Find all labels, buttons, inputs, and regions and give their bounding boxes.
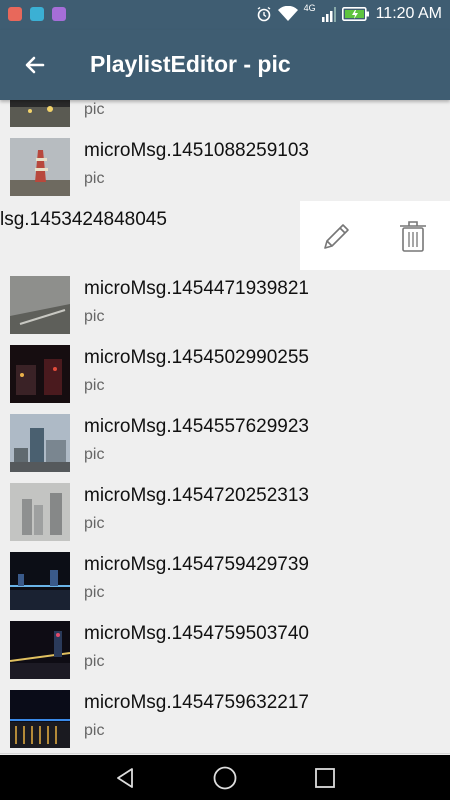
circle-home-icon — [213, 766, 237, 790]
item-title: microMsg.1454759503740 — [84, 623, 309, 644]
arrow-back-icon — [25, 56, 45, 74]
item-subtitle: pic — [84, 101, 105, 118]
list-item-swiped[interactable]: lsg.1453424848045 — [0, 201, 450, 271]
signal-icon — [321, 7, 336, 22]
item-title: microMsg.1454557629923 — [84, 416, 309, 437]
pencil-icon — [324, 224, 349, 249]
status-time: 11:20 AM — [375, 5, 442, 22]
list-item[interactable]: microMsg.1454471939821 pic — [0, 270, 450, 340]
item-subtitle: pic — [84, 308, 105, 325]
edit-button[interactable] — [316, 215, 358, 257]
list-item[interactable]: microMsg.1454759429739 pic — [0, 546, 450, 616]
item-title: lsg.1453424848045 — [0, 209, 167, 230]
item-subtitle: pic — [84, 584, 105, 601]
square-recents-icon — [315, 768, 335, 788]
list-item[interactable]: microMsg.1454759632217 pic — [0, 684, 450, 754]
list-item[interactable]: microMsg.1454502990255 pic — [0, 339, 450, 409]
page-title: PlaylistEditor - pic — [90, 51, 291, 77]
app-bar: PlaylistEditor - pic — [0, 30, 450, 100]
item-subtitle: pic — [84, 377, 105, 394]
battery-charging-icon — [341, 6, 369, 21]
thumbnail-image — [10, 138, 70, 196]
list-item[interactable]: microMsg.1454557629923 pic — [0, 408, 450, 478]
notification-app-icon — [8, 7, 22, 21]
list-item[interactable]: microMsg.1454759503740 pic — [0, 615, 450, 685]
playlist-list: pic microMsg.1451088259103 pic lsg.14534… — [0, 100, 450, 755]
nav-back-button[interactable] — [110, 763, 140, 793]
list-item[interactable]: pic — [0, 100, 450, 133]
item-subtitle: pic — [84, 653, 105, 670]
thumbnail-image — [10, 690, 70, 748]
notification-app-icon — [52, 7, 66, 21]
network-type-label: 4G — [303, 3, 316, 13]
item-subtitle: pic — [84, 515, 105, 532]
status-bar: 4G 11:20 AM — [0, 0, 450, 30]
alarm-icon — [257, 6, 270, 22]
item-subtitle: pic — [84, 722, 105, 739]
swipe-actions — [300, 201, 450, 270]
trash-icon — [400, 221, 426, 252]
item-subtitle: pic — [84, 446, 105, 463]
notification-app-icon — [30, 7, 44, 21]
delete-button[interactable] — [392, 215, 434, 257]
item-title: microMsg.1454471939821 — [84, 278, 309, 299]
list-item[interactable]: microMsg.1451088259103 pic — [0, 132, 450, 202]
item-title: microMsg.1451088259103 — [84, 140, 309, 161]
item-title: microMsg.1454502990255 — [84, 347, 309, 368]
item-subtitle: pic — [84, 170, 105, 187]
triangle-back-icon — [117, 768, 133, 788]
thumbnail-image — [10, 552, 70, 610]
nav-home-button[interactable] — [210, 763, 240, 793]
thumbnail-image — [10, 276, 70, 334]
thumbnail-image — [10, 414, 70, 472]
nav-recents-button[interactable] — [310, 763, 340, 793]
wifi-icon — [277, 6, 298, 21]
thumbnail-image — [10, 100, 70, 127]
back-button[interactable] — [14, 44, 56, 86]
item-title: microMsg.1454720252313 — [84, 485, 309, 506]
thumbnail-image — [10, 483, 70, 541]
list-item[interactable]: microMsg.1454720252313 pic — [0, 477, 450, 547]
item-title: microMsg.1454759632217 — [84, 692, 309, 713]
item-title: microMsg.1454759429739 — [84, 554, 309, 575]
thumbnail-image — [10, 345, 70, 403]
thumbnail-image — [10, 621, 70, 679]
system-nav-bar — [0, 755, 450, 800]
